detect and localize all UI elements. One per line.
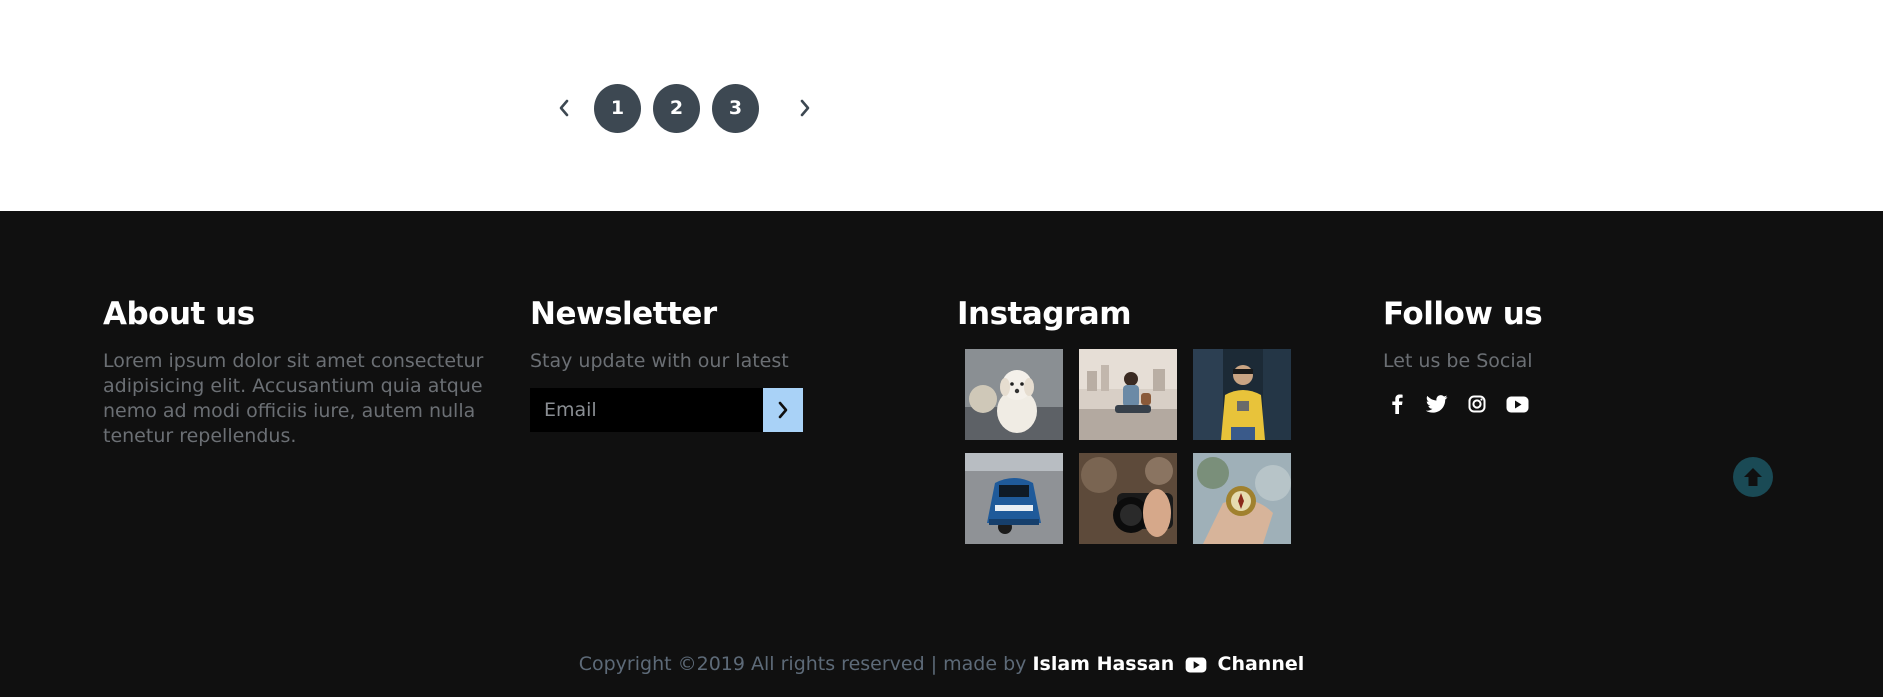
pagination-page-1[interactable]: 1 bbox=[594, 83, 641, 133]
twitter-icon bbox=[1426, 395, 1448, 413]
email-input[interactable] bbox=[530, 388, 763, 433]
dog-photo[interactable] bbox=[965, 349, 1063, 441]
instagram-grid bbox=[965, 349, 1337, 545]
instagram-section: Instagram bbox=[957, 296, 1337, 545]
channel-label: Channel bbox=[1217, 653, 1305, 675]
social-links bbox=[1383, 392, 1683, 416]
copyright-line: Copyright ©2019 All rights reserved | ma… bbox=[0, 653, 1883, 675]
instagram-link[interactable] bbox=[1463, 392, 1491, 416]
facebook-link[interactable] bbox=[1383, 392, 1411, 416]
pagination-prev-button[interactable] bbox=[550, 83, 578, 133]
follow-title: Follow us bbox=[1383, 296, 1543, 332]
copyright-text: Copyright ©2019 All rights reserved | ma… bbox=[578, 653, 1027, 675]
newsletter-section: Newsletter Stay update with our latest bbox=[530, 296, 860, 433]
pagination-page-2[interactable]: 2 bbox=[653, 83, 700, 133]
about-section: About us Lorem ipsum dolor sit amet cons… bbox=[103, 297, 503, 449]
chevron-left-icon bbox=[559, 99, 569, 117]
man-yellow-sweater-photo[interactable] bbox=[1193, 349, 1291, 441]
instagram-icon bbox=[1468, 395, 1486, 413]
chevron-right-icon bbox=[800, 99, 810, 117]
blue-car-photo[interactable] bbox=[965, 453, 1063, 545]
youtube-icon bbox=[1185, 657, 1207, 673]
newsletter-form bbox=[530, 388, 860, 433]
camera-photo[interactable] bbox=[1079, 453, 1177, 545]
follow-text: Let us be Social bbox=[1383, 350, 1533, 373]
about-title: About us bbox=[103, 296, 255, 332]
youtube-link[interactable] bbox=[1503, 392, 1531, 416]
pagination-next-button[interactable] bbox=[791, 83, 819, 133]
author-link[interactable]: Islam Hassan Channel bbox=[1032, 653, 1304, 675]
newsletter-submit-button[interactable] bbox=[763, 388, 803, 433]
site-footer: About us Lorem ipsum dolor sit amet cons… bbox=[0, 211, 1883, 697]
pagination: 1 2 3 bbox=[550, 83, 819, 133]
follow-section: Follow us Let us be Social bbox=[1383, 297, 1683, 416]
back-to-top-button[interactable] bbox=[1733, 457, 1773, 497]
compass-photo[interactable] bbox=[1193, 453, 1291, 545]
chevron-right-icon bbox=[778, 401, 788, 419]
youtube-icon bbox=[1506, 396, 1528, 413]
arrow-up-icon bbox=[1744, 468, 1762, 486]
content-area: 1 2 3 bbox=[0, 0, 1883, 211]
about-text: Lorem ipsum dolor sit amet consectetur a… bbox=[103, 350, 484, 448]
newsletter-title: Newsletter bbox=[530, 296, 717, 332]
twitter-link[interactable] bbox=[1423, 392, 1451, 416]
facebook-icon bbox=[1392, 394, 1403, 415]
woman-city-photo[interactable] bbox=[1079, 349, 1177, 441]
author-name: Islam Hassan bbox=[1032, 653, 1175, 675]
pagination-page-3[interactable]: 3 bbox=[712, 83, 759, 133]
newsletter-text: Stay update with our latest bbox=[530, 350, 789, 373]
instagram-title: Instagram bbox=[957, 296, 1132, 332]
